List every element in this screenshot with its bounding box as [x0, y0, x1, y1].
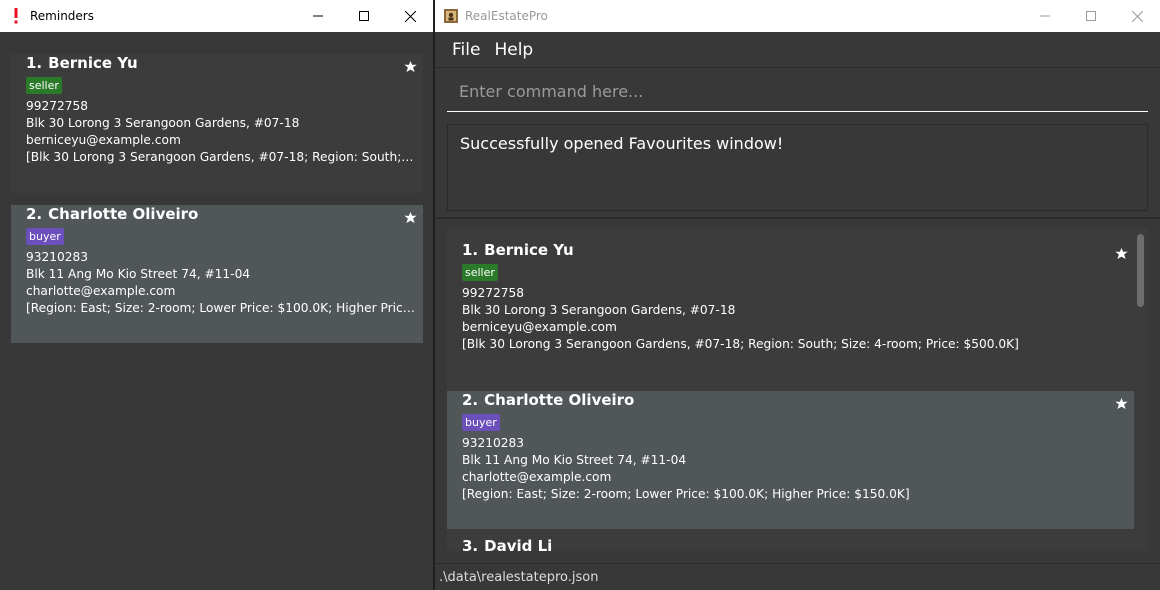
person-list-panel[interactable]: 1. Bernice Yu seller 99272758 Blk 30 Loro… [447, 229, 1134, 551]
star-icon [1115, 398, 1128, 410]
details-text: [Region: East; Size: 2-room; Lower Price… [26, 301, 415, 315]
details-text: [Blk 30 Lorong 3 Serangoon Gardens, #07-… [462, 337, 1019, 351]
minimize-button[interactable] [1022, 0, 1068, 32]
phone-text: 99272758 [462, 286, 525, 300]
address-text: Blk 11 Ang Mo Kio Street 74, #11-04 [26, 267, 251, 281]
star-icon [404, 61, 417, 73]
phone-text: 99272758 [26, 99, 89, 113]
seller-tag: seller [462, 264, 498, 281]
menu-help[interactable]: Help [494, 40, 533, 60]
close-button[interactable] [387, 0, 433, 32]
star-icon [1115, 248, 1128, 260]
window-title: Reminders [30, 9, 94, 23]
result-display[interactable]: Successfully opened Favourites window! [447, 124, 1148, 211]
close-button[interactable] [1114, 0, 1160, 32]
menu-file[interactable]: File [452, 40, 480, 60]
address-text: Blk 30 Lorong 3 Serangoon Gardens, #07-1… [26, 116, 300, 130]
reminder-card[interactable]: 2. Charlotte Oliveiro buyer 93210283 Blk … [11, 205, 423, 343]
main-window: RealEstatePro File Help Successfully ope… [435, 0, 1160, 590]
divider [435, 217, 1160, 219]
person-name: 3. David Li [462, 537, 553, 551]
details-text: [Blk 30 Lorong 3 Serangoon Gardens, #07-… [26, 150, 415, 164]
command-input[interactable] [447, 73, 1148, 109]
details-text: [Region: East; Size: 2-room; Lower Price… [462, 487, 910, 501]
person-list: 1. Bernice Yu seller 99272758 Blk 30 Loro… [447, 229, 1134, 551]
window-title: RealEstatePro [465, 9, 548, 23]
seller-tag: seller [26, 77, 62, 94]
app-logo-icon [439, 0, 463, 32]
person-card[interactable]: 1. Bernice Yu seller 99272758 Blk 30 Loro… [447, 241, 1134, 379]
command-box [447, 73, 1148, 112]
person-card[interactable]: 3.David Li seller [447, 537, 1134, 551]
list-scrollbar[interactable] [1134, 229, 1148, 551]
person-name: 2. Charlotte Oliveiro [462, 391, 635, 409]
minimize-button[interactable] [295, 0, 341, 32]
file-path-text: .\data\realestatepro.json [439, 570, 599, 585]
email-text: charlotte@example.com [462, 470, 612, 484]
address-text: Blk 11 Ang Mo Kio Street 74, #11-04 [462, 453, 687, 467]
status-bar: .\data\realestatepro.json [435, 563, 1160, 590]
exclamation-icon [4, 0, 28, 32]
person-name: 1. Bernice Yu [26, 54, 138, 72]
buyer-tag: buyer [462, 414, 500, 431]
person-card[interactable]: 2. Charlotte Oliveiro buyer 93210283 Blk … [447, 391, 1134, 529]
reminders-window: Reminders 1. Bernice Yu seller 99272758 B… [0, 0, 433, 590]
menu-bar: File Help [435, 32, 1160, 68]
person-name: 1. Bernice Yu [462, 241, 574, 259]
person-name: 2. Charlotte Oliveiro [26, 205, 199, 223]
phone-text: 93210283 [462, 436, 525, 450]
reminders-list: 1. Bernice Yu seller 99272758 Blk 30 Loro… [11, 42, 423, 343]
result-message: Successfully opened Favourites window! [460, 134, 784, 153]
phone-text: 93210283 [26, 250, 89, 264]
star-icon [404, 212, 417, 224]
maximize-button[interactable] [341, 0, 387, 32]
maximize-button[interactable] [1068, 0, 1114, 32]
buyer-tag: buyer [26, 228, 64, 245]
reminder-card[interactable]: 1. Bernice Yu seller 99272758 Blk 30 Loro… [11, 54, 423, 193]
scroll-thumb[interactable] [1137, 234, 1144, 307]
main-titlebar[interactable]: RealEstatePro [435, 0, 1160, 32]
email-text: charlotte@example.com [26, 284, 176, 298]
address-text: Blk 30 Lorong 3 Serangoon Gardens, #07-1… [462, 303, 736, 317]
email-text: berniceyu@example.com [462, 320, 617, 334]
reminders-titlebar[interactable]: Reminders [0, 0, 433, 32]
email-text: berniceyu@example.com [26, 133, 181, 147]
